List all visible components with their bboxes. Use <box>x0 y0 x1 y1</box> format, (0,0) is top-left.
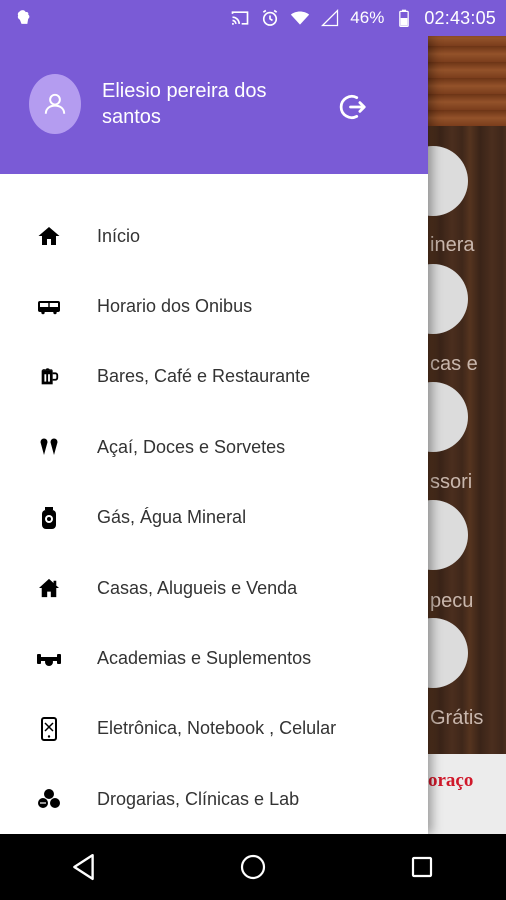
recents-button[interactable] <box>402 847 442 887</box>
menu-item-label: Academias e Suplementos <box>97 648 312 669</box>
background-category-label: cas e <box>430 353 478 375</box>
battery-percent: 46% <box>350 8 385 27</box>
menu-item-label: Horario dos Onibus <box>97 296 253 317</box>
signal-icon <box>321 8 339 27</box>
background-category-label: Grátis <box>430 707 484 729</box>
dumbbell-icon <box>36 646 62 672</box>
phone-icon <box>36 716 62 742</box>
status-bar: 46% 02:43:05 <box>0 0 506 36</box>
notification-app-icon <box>17 10 30 24</box>
menu-item-label: Bares, Café e Restaurante <box>97 366 311 387</box>
battery-icon <box>399 9 410 27</box>
system-navigation-bar <box>0 834 506 900</box>
menu-item-inicio[interactable]: Início <box>0 201 428 271</box>
background-category-label: ssori <box>430 471 473 493</box>
menu-item-bares-cafe[interactable]: Bares, Café e Restaurante <box>0 342 428 412</box>
background-banner: oraço <box>428 754 506 834</box>
menu-item-horario-onibus[interactable]: Horario dos Onibus <box>0 271 428 341</box>
menu-item-label: Drogarias, Clínicas e Lab <box>97 788 300 809</box>
drawer-menu: Início Horario dos Onibus Bares, Café e … <box>0 174 428 835</box>
menu-item-label: Eletrônica, Notebook , Celular <box>97 718 337 739</box>
background-category-label: inera <box>430 234 475 256</box>
clock: 02:43:05 <box>424 7 496 28</box>
menu-item-eletronica[interactable]: Eletrônica, Notebook , Celular <box>0 694 428 764</box>
mug-icon <box>36 364 62 390</box>
menu-item-drogarias[interactable]: Drogarias, Clínicas e Lab <box>0 764 428 834</box>
bus-icon <box>36 294 62 320</box>
logout-icon <box>339 95 366 119</box>
recents-square-icon <box>411 856 432 878</box>
menu-item-label: Açaí, Doces e Sorvetes <box>97 436 286 457</box>
menu-item-label: Gás, Água Mineral <box>97 507 247 528</box>
back-button[interactable] <box>64 847 104 887</box>
menu-item-acai-doces[interactable]: Açaí, Doces e Sorvetes <box>0 412 428 482</box>
home-circle-icon <box>240 854 266 880</box>
drawer-header: Eliesio pereira dos santos <box>0 36 428 174</box>
background-category-label: pecu <box>430 590 474 612</box>
gas-bottle-icon <box>36 505 62 531</box>
avatar[interactable] <box>29 74 81 134</box>
logout-button[interactable] <box>336 90 370 124</box>
menu-item-casas-alugueis[interactable]: Casas, Alugueis e Venda <box>0 553 428 623</box>
menu-item-label: Casas, Alugueis e Venda <box>97 577 298 598</box>
pills-icon <box>36 786 62 812</box>
icecream-icon <box>36 434 62 460</box>
navigation-drawer: Eliesio pereira dos santos Início Horari… <box>0 36 428 834</box>
menu-item-gas-agua[interactable]: Gás, Água Mineral <box>0 483 428 553</box>
house-icon <box>36 575 62 601</box>
menu-item-label: Início <box>97 225 141 246</box>
wifi-icon <box>291 11 310 25</box>
background-banner-text: oraço <box>428 770 474 791</box>
user-name: Eliesio pereira dos santos <box>102 80 267 128</box>
home-button[interactable] <box>233 847 273 887</box>
person-icon <box>44 93 66 114</box>
menu-item-academias[interactable]: Academias e Suplementos <box>0 623 428 693</box>
background-app-toolbar <box>428 36 506 126</box>
back-triangle-icon <box>73 853 95 881</box>
alarm-icon <box>263 9 278 26</box>
home-icon <box>36 223 62 249</box>
cast-icon <box>231 11 249 25</box>
